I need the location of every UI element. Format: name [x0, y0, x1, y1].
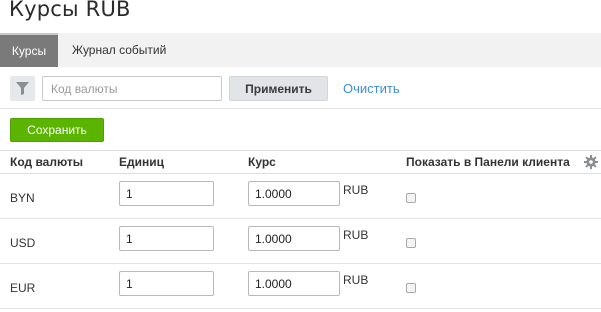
- column-header-rate: Курс: [248, 155, 276, 169]
- currency-code-search-input[interactable]: [42, 76, 222, 101]
- filter-bar: Применить Очистить: [0, 67, 601, 109]
- rate-input[interactable]: [248, 181, 340, 206]
- column-header-show-in-panel: Показать в Панели клиента: [406, 155, 570, 169]
- rate-unit-label: RUB: [343, 183, 369, 197]
- save-button[interactable]: Сохранить: [10, 118, 104, 142]
- rate-input[interactable]: [248, 226, 340, 251]
- units-input[interactable]: [119, 271, 214, 296]
- table-row: BYN RUB: [0, 174, 601, 219]
- table-row: USD RUB: [0, 219, 601, 264]
- rate-unit-label: RUB: [343, 273, 369, 287]
- show-in-panel-checkbox[interactable]: [406, 238, 416, 248]
- apply-filter-button[interactable]: Применить: [229, 76, 328, 101]
- rates-table: Код валюты Единиц Курс Показать в Панели…: [0, 150, 601, 309]
- tab-bar: Курсы Журнал событий: [0, 33, 601, 67]
- currency-code: USD: [10, 236, 36, 250]
- filter-button[interactable]: [10, 76, 35, 101]
- tab-rates[interactable]: Курсы: [0, 33, 58, 67]
- table-header: Код валюты Единиц Курс Показать в Панели…: [0, 150, 601, 174]
- units-input[interactable]: [119, 226, 214, 251]
- show-in-panel-checkbox[interactable]: [406, 283, 416, 293]
- page-title: Курсы RUB: [9, 0, 131, 21]
- rate-unit-label: RUB: [343, 228, 369, 242]
- column-header-units: Единиц: [119, 155, 164, 169]
- units-input[interactable]: [119, 181, 214, 206]
- column-header-code: Код валюты: [10, 155, 84, 169]
- clear-filter-link[interactable]: Очистить: [343, 81, 400, 96]
- currency-code: EUR: [10, 281, 36, 295]
- filter-icon: [16, 82, 29, 95]
- table-row: EUR RUB: [0, 264, 601, 309]
- gear-icon[interactable]: [584, 155, 598, 172]
- currency-code: BYN: [10, 191, 35, 205]
- show-in-panel-checkbox[interactable]: [406, 193, 416, 203]
- tab-event-log[interactable]: Журнал событий: [72, 33, 166, 67]
- rate-input[interactable]: [248, 271, 340, 296]
